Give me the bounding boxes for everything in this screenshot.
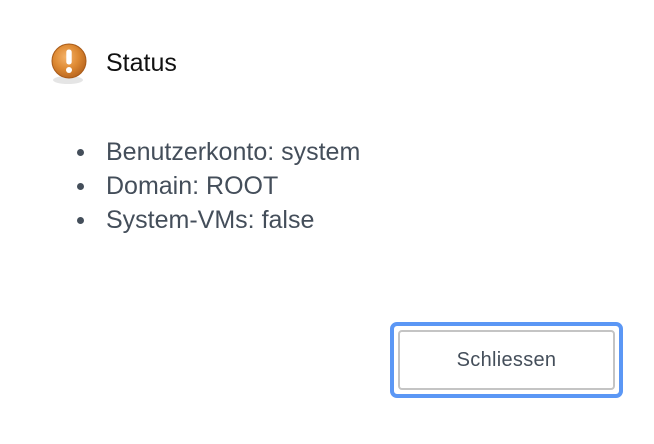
list-item-domain: Domain: ROOT bbox=[77, 169, 360, 203]
list-item-text: Domain: ROOT bbox=[106, 172, 279, 200]
bullet-dot bbox=[77, 183, 84, 190]
close-button-label: Schliessen bbox=[398, 330, 615, 390]
list-item-text: Benutzerkonto: system bbox=[106, 138, 361, 166]
close-button[interactable]: Schliessen bbox=[390, 322, 623, 398]
list-item-account: Benutzerkonto: system bbox=[77, 135, 361, 169]
status-dialog: Status Benutzerkonto: system Domain: ROO… bbox=[0, 0, 654, 444]
dialog-title: Status bbox=[106, 49, 177, 77]
bullet-dot bbox=[77, 149, 84, 156]
list-item-system-vms: System-VMs: false bbox=[77, 203, 360, 237]
bullet-dot bbox=[77, 217, 84, 224]
dialog-header: Status bbox=[46, 40, 177, 86]
status-info-list: Benutzerkonto: system Domain: ROOT Syste… bbox=[77, 135, 361, 237]
list-item-text: System-VMs: false bbox=[106, 206, 315, 234]
exclamation-warning-icon bbox=[46, 40, 88, 86]
